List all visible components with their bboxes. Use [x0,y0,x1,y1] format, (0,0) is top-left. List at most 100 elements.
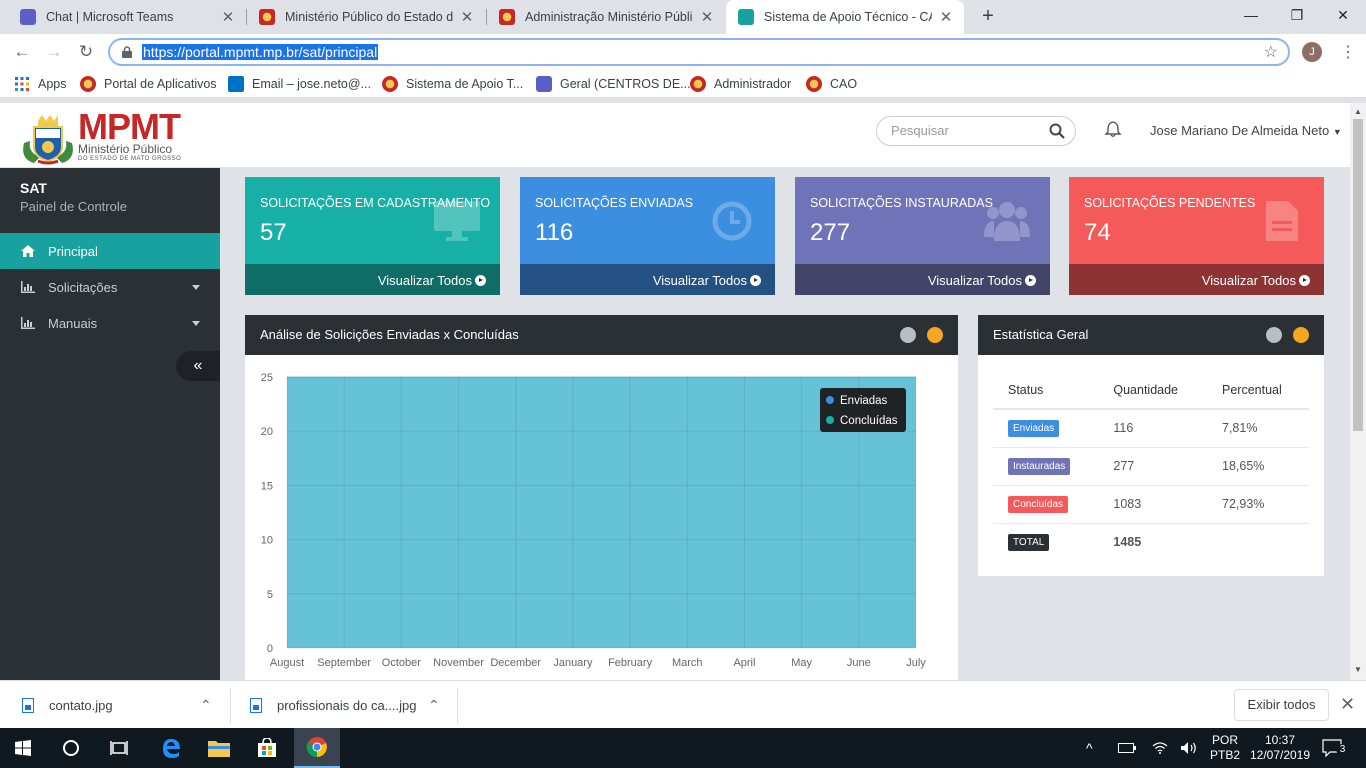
legend-label: Concluídas [840,415,898,427]
new-tab-button[interactable]: + [976,4,1000,28]
browser-tab-mpmt[interactable]: Ministério Público do Estado de M ✕ [247,0,485,34]
sidebar-item-principal[interactable]: Principal [0,233,220,269]
maximize-button[interactable]: ❐ [1274,0,1320,30]
card-footer-link[interactable]: Visualizar Todos [795,264,1050,295]
scrollbar-thumb[interactable] [1353,119,1363,431]
bookmark-email[interactable]: Email – jose.neto@... [228,70,371,98]
bookmark-portal[interactable]: Portal de Aplicativos [80,70,217,98]
close-downloads-icon[interactable]: ✕ [1340,694,1355,715]
close-tab-icon[interactable]: ✕ [459,8,475,26]
browser-tab-sat[interactable]: Sistema de Apoio Técnico - CAOP ✕ [726,0,964,34]
close-tab-icon[interactable]: ✕ [938,8,954,26]
total-badge: TOTAL [1008,533,1050,551]
browser-tab-admin[interactable]: Administração Ministério Público ✕ [487,0,725,34]
edge-icon[interactable] [148,728,194,768]
monitor-icon [434,201,480,241]
expand-icon[interactable] [900,327,916,343]
forward-button[interactable]: → [42,40,66,64]
bell-icon[interactable] [1104,120,1122,138]
quantity-cell: 1083 [1098,485,1207,524]
address-bar[interactable]: https://portal.mpmt.mp.br/sat/principal … [108,38,1290,66]
scroll-up-icon[interactable]: ▲ [1354,107,1362,116]
download-filename: profissionais do ca....jpg [277,697,417,713]
site-header: MPMT Ministério Público DO ESTADO DE MAT… [0,103,1350,168]
battery-icon[interactable] [1118,728,1136,768]
windows-start-icon[interactable] [0,728,46,768]
sidebar-item-solicitacoes[interactable]: Solicitações [0,269,220,305]
chevron-up-icon[interactable]: ⌃ [428,697,440,714]
url-text[interactable]: https://portal.mpmt.mp.br/sat/principal [142,44,379,60]
x-tick-label: December [490,657,541,669]
chevron-up-icon[interactable]: ⌃ [200,697,212,714]
view-all-label: Visualizar Todos [927,273,1022,288]
minimize-panel-icon[interactable] [1293,327,1309,343]
area-chart: 0 5 10 15 20 25 August September October November… [261,372,927,669]
card-footer-link[interactable]: Visualizar Todos [520,264,775,295]
reload-button[interactable]: ↻ [74,40,98,64]
bookmark-star-icon[interactable]: ☆ [1264,42,1278,62]
wifi-icon[interactable] [1152,728,1168,768]
card-footer-link[interactable]: Visualizar Todos [1069,264,1324,295]
sidebar-item-manuais[interactable]: Manuais [0,305,220,341]
caret-down-icon [192,321,200,326]
chrome-icon[interactable] [294,728,340,768]
bookmark-label: Administrador [714,77,792,91]
file-explorer-icon[interactable] [196,728,242,768]
back-button[interactable]: ← [10,40,34,64]
percent-cell [1207,523,1309,561]
browser-tab-teams[interactable]: Chat | Microsoft Teams ✕ [8,0,246,34]
minimize-button[interactable]: — [1228,0,1274,30]
store-icon[interactable] [244,728,290,768]
x-tick-label: February [608,657,653,669]
language-indicator[interactable]: POR PTB2 [1210,728,1240,768]
page-scrollbar[interactable]: ▲ ▼ [1350,103,1366,680]
search-circle-icon[interactable] [48,728,94,768]
bookmark-administrador[interactable]: Administrador [690,70,791,98]
logo-subtitle-state: DO ESTADO DE MATO GROSSO [78,156,182,162]
notifications-icon[interactable]: 3 [1322,728,1349,768]
close-window-button[interactable]: ✕ [1320,0,1366,30]
volume-icon[interactable] [1180,728,1198,768]
scroll-down-icon[interactable]: ▼ [1354,665,1362,674]
clock[interactable]: 10:37 12/07/2019 [1250,728,1310,768]
bookmark-geral[interactable]: Geral (CENTROS DE... [536,70,691,98]
x-tick-label: July [906,657,926,669]
bookmark-label: Portal de Aplicativos [104,77,217,91]
sidebar-item-label: Manuais [48,315,98,331]
tab-title: Chat | Microsoft Teams [46,10,174,24]
tab-title: Ministério Público do Estado de M [285,10,453,24]
close-tab-icon[interactable]: ✕ [699,8,715,26]
x-tick-label: November [433,657,484,669]
card-footer-link[interactable]: Visualizar Todos [245,264,500,295]
clock-date: 12/07/2019 [1249,748,1311,762]
profile-avatar[interactable]: J [1302,42,1322,62]
expand-icon[interactable] [1266,327,1282,343]
user-menu[interactable]: Jose Mariano De Almeida Neto ▼ [1150,123,1342,138]
legend-label: Enviadas [840,395,888,407]
search-input[interactable] [891,123,1041,138]
chart-panel-title: Análise de Solicições Enviadas x Concluí… [260,327,519,342]
stats-panel-title: Estatística Geral [993,327,1089,342]
chevron-up-tray-icon[interactable]: ^ [1086,728,1093,768]
bookmark-apps[interactable]: Apps [14,70,67,98]
task-view-icon[interactable] [96,728,142,768]
table-row: Instauradas 277 18,65% [993,447,1309,486]
lock-icon [122,46,132,58]
apps-grid-icon [15,77,29,91]
table-header-row: Status Quantidade Percentual [993,371,1309,410]
minimize-panel-icon[interactable] [927,327,943,343]
mpmt-logo[interactable]: MPMT Ministério Público DO ESTADO DE MAT… [78,109,182,163]
x-tick-label: September [317,657,371,669]
browser-tab-strip: Chat | Microsoft Teams ✕ Ministério Públ… [0,0,1366,34]
clock-time: 10:37 [1264,733,1296,747]
search-icon[interactable] [1049,123,1065,139]
close-tab-icon[interactable]: ✕ [220,8,236,26]
show-all-downloads-button[interactable]: Exibir todos [1234,689,1329,721]
language-top: POR [1212,733,1239,747]
download-item[interactable]: contato.jpg ⌃ [22,681,222,729]
browser-menu-icon[interactable]: ⋮ [1340,42,1356,62]
bookmark-cao[interactable]: CAO [806,70,857,98]
bookmark-sistema[interactable]: Sistema de Apoio T... [382,70,523,98]
download-item[interactable]: profissionais do ca....jpg ⌃ [250,681,450,729]
sidebar-collapse-button[interactable]: « [176,351,220,381]
